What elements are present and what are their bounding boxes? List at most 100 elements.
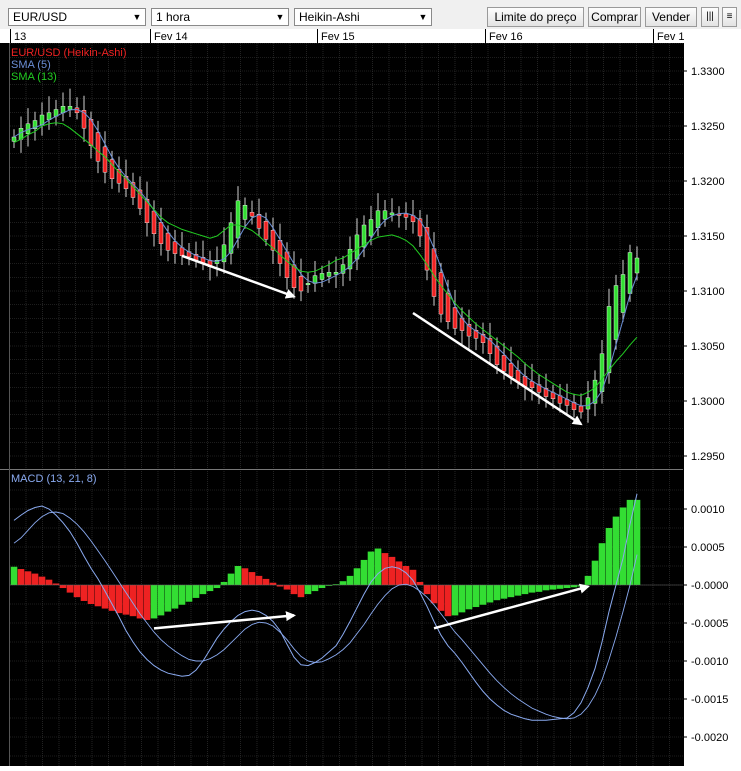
macd-histogram-bar (542, 585, 550, 591)
macd-histogram-bar (598, 543, 606, 585)
macd-histogram-bar (297, 585, 305, 598)
timeframe-select[interactable]: 1 hora ▼ (151, 8, 289, 26)
macd-histogram-bar (304, 585, 312, 595)
symbol-select[interactable]: EUR/USD ▼ (8, 8, 146, 26)
candle-body (424, 227, 430, 271)
macd-histogram-bar (206, 585, 214, 592)
chart-style-select-value: Heikin-Ashi (299, 10, 360, 24)
macd-histogram-bar (395, 561, 403, 585)
macd-tick-label: 0.0010 (691, 504, 725, 516)
macd-tick-label: -0.0000 (691, 580, 728, 592)
symbol-select-value: EUR/USD (13, 10, 68, 24)
macd-histogram-bar (150, 585, 158, 619)
candle-body (354, 234, 360, 260)
candle-body (508, 363, 514, 377)
macd-histogram-bar (591, 560, 599, 585)
candle-body (627, 252, 633, 294)
candle-body (438, 272, 444, 315)
macd-histogram-bar (80, 585, 88, 601)
candle-body (613, 285, 619, 340)
date-axis-strip (0, 29, 741, 43)
macd-histogram-bar (129, 585, 137, 617)
candle-body (592, 379, 598, 404)
macd-histogram-bar (584, 575, 592, 585)
date-tick-label: Fev 16 (489, 31, 523, 43)
macd-histogram-bar (115, 585, 123, 614)
macd-histogram-bar (45, 579, 53, 585)
price-panel (11, 88, 640, 423)
macd-title: MACD (13, 21, 8) (11, 473, 97, 485)
date-tick-label: Fev 1 (657, 31, 685, 43)
macd-histogram-bar (353, 568, 361, 585)
macd-tick-label: 0.0005 (691, 542, 725, 554)
price-tick-label: 1.3050 (691, 341, 725, 353)
price-tick-label: 1.3200 (691, 176, 725, 188)
timeframe-select-value: 1 hora (156, 10, 191, 24)
candle-body (88, 119, 94, 146)
candle-body (382, 210, 388, 220)
macd-histogram-bar (528, 585, 536, 593)
candle-body (158, 222, 164, 244)
macd-histogram-bar (185, 585, 193, 602)
macd-histogram-bar (227, 573, 235, 585)
macd-tick-label: -0.0005 (691, 618, 728, 630)
chart-area: 13 Fev 14 Fev 15 Fev 16 Fev 1 1.3300 1.3250 1.3… (0, 29, 741, 766)
macd-histogram-bar (199, 585, 207, 595)
menu-icon: ≡ (726, 11, 733, 22)
candle-body (445, 293, 451, 323)
price-tick-label: 1.3100 (691, 286, 725, 298)
candle-body (501, 355, 507, 372)
chevron-down-icon: ▼ (418, 12, 428, 22)
buy-button[interactable]: Comprar (588, 7, 641, 27)
candle-body (389, 212, 395, 216)
date-tick-label: Fev 14 (154, 31, 188, 43)
candle-body (452, 307, 458, 329)
macd-histogram-bar (311, 585, 319, 592)
macd-histogram-bar (535, 585, 543, 592)
macd-histogram-bar (339, 581, 347, 585)
macd-histogram-bar (164, 585, 172, 612)
price-tick-label: 1.3300 (691, 66, 725, 78)
candle-body (102, 146, 108, 173)
candle-body (333, 272, 339, 275)
macd-histogram-bar (262, 578, 270, 585)
candle-body (277, 240, 283, 264)
macd-histogram-bar (416, 581, 424, 585)
macd-histogram-bar (171, 585, 179, 609)
macd-histogram-bar (213, 585, 221, 589)
macd-histogram-bar (318, 585, 326, 589)
macd-histogram-bar (73, 585, 81, 598)
sma13-line (13, 122, 638, 397)
candle-body (263, 221, 269, 240)
candle-body (172, 241, 178, 254)
macd-histogram-bar (192, 585, 200, 598)
macd-histogram-bar (493, 585, 501, 601)
macd-tick-label: -0.0015 (691, 694, 728, 706)
macd-histogram-bar (17, 569, 25, 585)
price-tick-label: 1.2950 (691, 451, 725, 463)
macd-histogram-bar (465, 585, 473, 610)
price-tick-label: 1.3250 (691, 121, 725, 133)
macd-histogram-bar (346, 575, 354, 585)
sell-button[interactable]: Vender (645, 7, 697, 27)
chevron-down-icon: ▼ (275, 12, 285, 22)
candle-body (634, 257, 640, 274)
macd-histogram-bar (220, 581, 228, 585)
macd-histogram-bar (507, 585, 515, 598)
macd-histogram-bar (143, 585, 151, 620)
macd-histogram-bar (59, 585, 67, 589)
macd-histogram-bar (479, 585, 487, 605)
candle-body (319, 273, 325, 280)
macd-histogram-bar (241, 568, 249, 585)
macd-histogram-bar (10, 566, 18, 585)
chart-style-select[interactable]: Heikin-Ashi ▼ (294, 8, 432, 26)
limit-price-button[interactable]: Limite do preço (487, 7, 584, 27)
indicators-button[interactable]: ||| (701, 7, 719, 27)
menu-button[interactable]: ≡ (722, 7, 737, 27)
legend-entry: SMA (5) (11, 59, 51, 71)
macd-histogram-bar (234, 566, 242, 585)
candle-body (242, 204, 248, 220)
chart-canvas[interactable]: 13 Fev 14 Fev 15 Fev 16 Fev 1 1.3300 1.3250 1.3… (0, 29, 741, 766)
macd-histogram-bar (157, 585, 165, 616)
macd-histogram-bar (563, 585, 571, 589)
